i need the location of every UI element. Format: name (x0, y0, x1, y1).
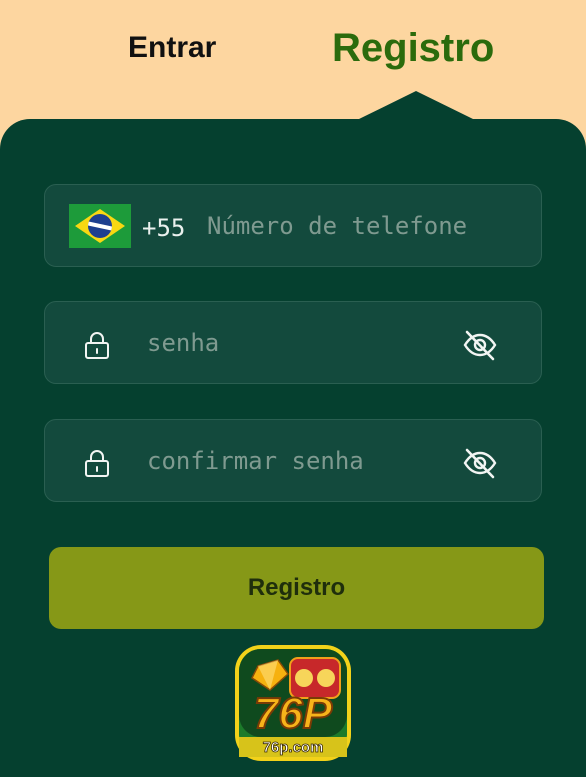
confirm-password-input[interactable] (147, 420, 447, 501)
dial-code[interactable]: +55 (142, 214, 185, 242)
tab-register[interactable]: Registro (332, 26, 494, 71)
confirm-password-field (44, 419, 542, 502)
auth-tabs: Entrar Registro (0, 0, 586, 120)
tab-login[interactable]: Entrar (128, 31, 216, 65)
logo-domain: 76p.com (263, 739, 324, 756)
lock-icon (85, 450, 109, 477)
password-field (44, 301, 542, 384)
register-button[interactable]: Registro (49, 547, 544, 629)
eye-off-icon[interactable] (462, 446, 498, 480)
password-input[interactable] (147, 302, 447, 383)
brazil-flag-icon[interactable] (69, 204, 131, 248)
logo-text: 76P (254, 689, 333, 738)
lock-icon (85, 332, 109, 359)
phone-field: +55 (44, 184, 542, 267)
eye-off-icon[interactable] (462, 328, 498, 362)
76p-logo: 76P 76p.com (235, 645, 351, 761)
flag-globe (88, 214, 112, 238)
active-tab-indicator (359, 91, 473, 119)
phone-input[interactable] (207, 185, 527, 266)
